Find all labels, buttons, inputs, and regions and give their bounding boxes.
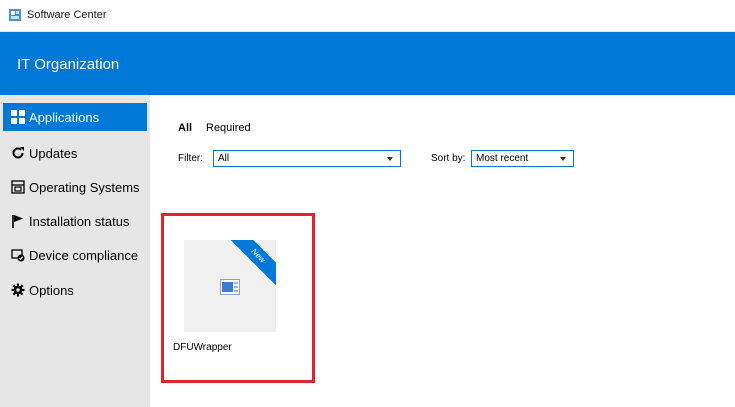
sidebar-item-label: Installation status [29,213,130,229]
sort-label: Sort by: [431,153,466,164]
windows-stack-icon [11,180,25,194]
app-tile[interactable]: New [184,240,276,332]
title-bar: Software Center [0,0,735,32]
sort-dropdown[interactable]: Most recent [471,150,574,167]
window-title: Software Center [27,9,107,21]
tab-required[interactable]: Required [206,122,251,134]
sidebar-item-options[interactable]: Options [3,276,147,304]
sidebar-item-operating-systems[interactable]: Operating Systems [3,173,147,201]
chevron-down-icon [560,157,566,161]
refresh-icon [12,147,24,159]
sidebar-item-label: Applications [29,109,100,125]
sidebar-item-applications[interactable]: Applications [3,103,147,131]
applications-icon [11,110,25,124]
application-window-icon [220,279,240,295]
sidebar-item-label: Options [29,282,74,298]
sidebar-item-label: Device compliance [29,247,139,263]
software-center-icon [9,9,21,21]
filter-value: All [218,153,230,164]
sidebar-item-label: Operating Systems [29,179,140,195]
filter-label: Filter: [178,153,203,164]
gear-icon [11,283,25,297]
sidebar-item-device-compliance[interactable]: Device compliance [3,241,147,269]
chevron-down-icon [387,157,393,161]
org-header: IT Organization [0,32,735,95]
sidebar-item-label: Updates [29,145,78,161]
organization-name: IT Organization [17,56,120,73]
filter-dropdown[interactable]: All [213,150,401,167]
tab-all[interactable]: All [178,122,192,134]
sidebar-item-installation-status[interactable]: Installation status [3,207,147,235]
app-name[interactable]: DFUWrapper [173,342,232,353]
device-compliance-icon [11,249,25,262]
sort-value: Most recent [476,153,529,164]
sidebar-item-updates[interactable]: Updates [3,139,147,167]
flag-icon [12,215,23,228]
